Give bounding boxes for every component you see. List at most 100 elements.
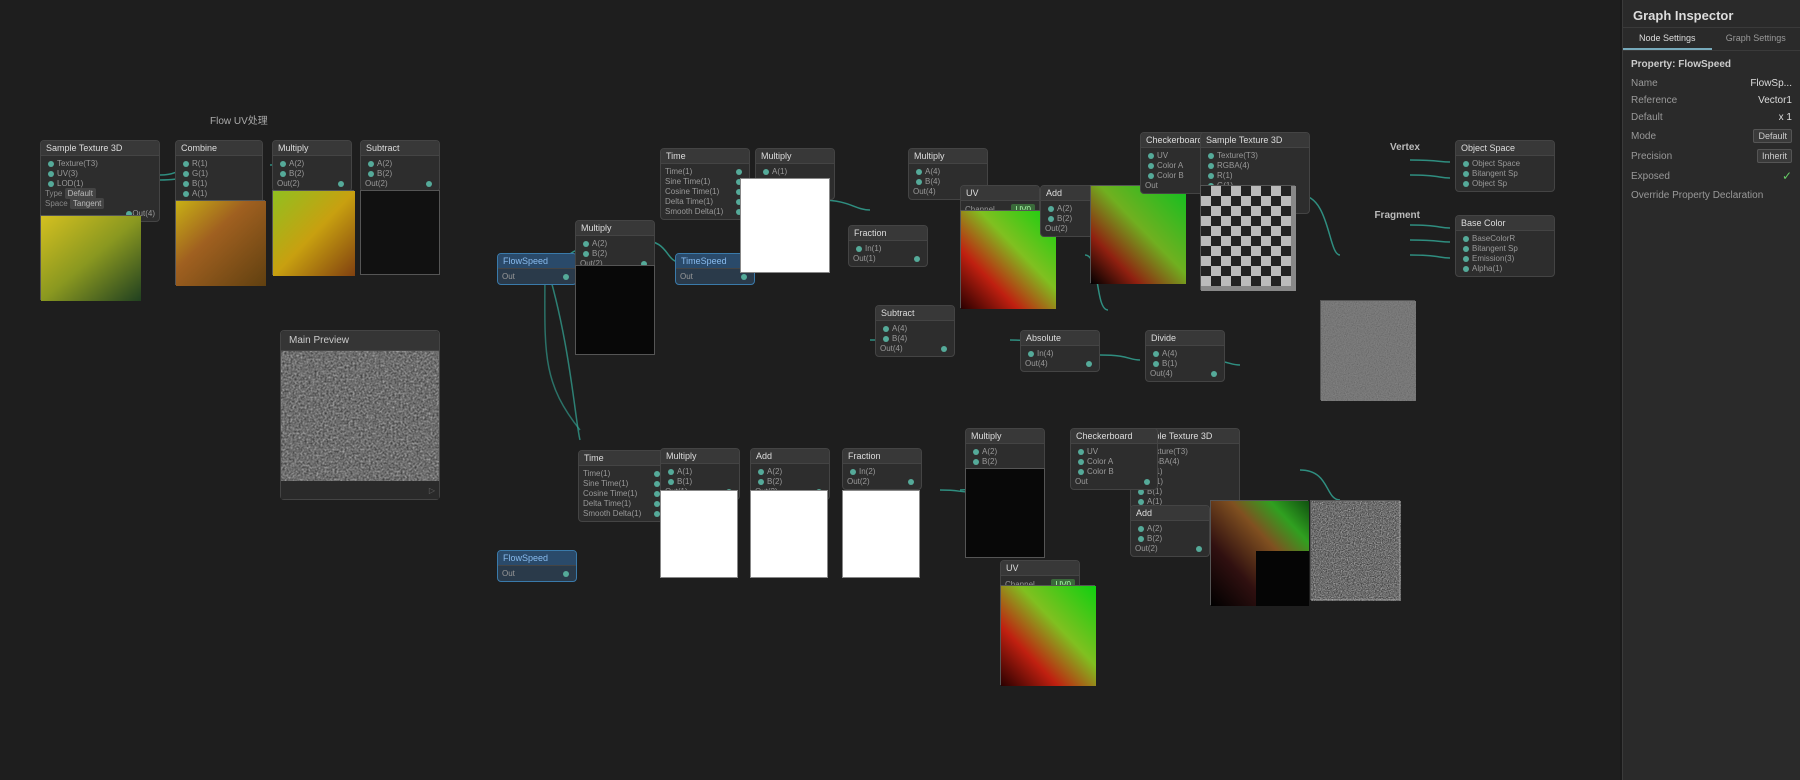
main-preview-image: [281, 351, 439, 481]
insp-row-reference: Reference Vector1: [1631, 95, 1792, 106]
node-fraction-1[interactable]: Fraction In(1) Out(1): [848, 225, 928, 267]
insp-value-reference: Vector1: [1758, 95, 1792, 106]
insp-row-name: Name FlowSp...: [1631, 78, 1792, 89]
node-body-add-lower-r: A(2) B(2) Out(2): [1131, 521, 1209, 556]
property-section-title: Property: FlowSpeed: [1631, 59, 1792, 70]
node-header-uv-lower: UV: [1001, 561, 1079, 576]
node-time-2[interactable]: Time Time(1) Sine Time(1) Cosine Time(1)…: [578, 450, 668, 522]
node-body-checkerboard-lower: UV Color A Color B Out: [1071, 444, 1157, 489]
right-panel: Graph Inspector Node Settings Graph Sett…: [1622, 0, 1800, 780]
node-header-add-lower-r: Add: [1131, 506, 1209, 521]
preview-white-lower-1: [660, 490, 738, 578]
node-header-fraction-1: Fraction: [849, 226, 927, 241]
node-header-fragment-output: Base Color: [1456, 216, 1554, 231]
node-header-multiply-lower: Multiply: [661, 449, 739, 464]
node-body-subtract-2: A(4) B(4) Out(4): [876, 321, 954, 356]
insp-label-mode: Mode: [1631, 131, 1656, 142]
node-flowspeed-1[interactable]: FlowSpeed Out: [497, 253, 577, 285]
node-header-combine: Combine: [176, 141, 262, 156]
node-header-checkerboard-lower: Checkerboard: [1071, 429, 1157, 444]
insp-value-exposed[interactable]: ✓: [1782, 169, 1792, 183]
preview-white-lower-2: [750, 490, 828, 578]
preview-gradient-1: [40, 215, 140, 300]
insp-value-precision[interactable]: Inherit: [1757, 149, 1792, 163]
insp-value-name: FlowSp...: [1750, 78, 1792, 89]
flow-uv-label: Flow UV处理: [210, 112, 268, 127]
node-body-vertex-output: Object Space Bitangent Sp Object Sp: [1456, 156, 1554, 191]
insp-label-override: Override Property Declaration: [1631, 190, 1763, 201]
inspector-body: Property: FlowSpeed Name FlowSp... Refer…: [1623, 51, 1800, 780]
node-header-add-lower: Add: [751, 449, 829, 464]
node-header-sample-texture-1: Sample Texture 3D: [41, 141, 159, 156]
insp-row-default: Default x 1: [1631, 112, 1792, 123]
vertex-stage-label: Vertex: [1390, 142, 1420, 153]
node-absolute[interactable]: Absolute In(4) Out(4): [1020, 330, 1100, 372]
insp-row-precision: Precision Inherit: [1631, 149, 1792, 163]
node-multiply-1[interactable]: Multiply A(2) B(2) Out(2): [272, 140, 352, 192]
node-fragment-output[interactable]: Base Color BaseColorR Bitangent Sp Emiss…: [1455, 215, 1555, 277]
preview-gradient-2: [175, 200, 265, 285]
node-header-fraction-lower: Fraction: [843, 449, 921, 464]
preview-white-lower-3: [842, 490, 920, 578]
node-divide[interactable]: Divide A(4) B(1) Out(4): [1145, 330, 1225, 382]
insp-label-exposed: Exposed: [1631, 171, 1670, 182]
node-header-divide: Divide: [1146, 331, 1224, 346]
tab-graph-settings[interactable]: Graph Settings: [1712, 28, 1800, 50]
node-vertex-output[interactable]: Object Space Object Space Bitangent Sp O…: [1455, 140, 1555, 192]
node-time-1[interactable]: Time Time(1) Sine Time(1) Cosine Time(1)…: [660, 148, 750, 220]
node-header-uv: UV: [961, 186, 1039, 201]
node-header-time-2: Time: [579, 451, 667, 466]
preview-black-lower: [965, 468, 1045, 558]
node-header-multiply-4: Multiply: [909, 149, 987, 164]
insp-label-precision: Precision: [1631, 151, 1672, 162]
node-body-sample-texture-1: Texture(T3) UV(3) LOD(1) Type Default Sp…: [41, 156, 159, 221]
node-body-time-1: Time(1) Sine Time(1) Cosine Time(1) Delt…: [661, 164, 749, 219]
node-header-multiply-2: Multiply: [576, 221, 654, 236]
node-body-fraction-lower: In(2) Out(2): [843, 464, 921, 489]
node-body-divide: A(4) B(1) Out(4): [1146, 346, 1224, 381]
node-subtract-1[interactable]: Subtract A(2) B(2) Out(2): [360, 140, 440, 192]
node-sample-texture-3d-1[interactable]: Sample Texture 3D Texture(T3) UV(3) LOD(…: [40, 140, 160, 222]
inspector-title: Graph Inspector: [1623, 0, 1800, 28]
node-header-absolute: Absolute: [1021, 331, 1099, 346]
preview-white-1: [740, 178, 830, 273]
insp-label-reference: Reference: [1631, 95, 1677, 106]
insp-value-mode[interactable]: Default: [1753, 129, 1792, 143]
node-header-vertex-output: Object Space: [1456, 141, 1554, 156]
node-header-multiply-3: Multiply: [756, 149, 834, 164]
insp-label-default: Default: [1631, 112, 1663, 123]
preview-noise-1: [1320, 300, 1415, 400]
node-body-absolute: In(4) Out(4): [1021, 346, 1099, 371]
main-preview-footer: ▷: [281, 481, 439, 499]
node-body-time-2: Time(1) Sine Time(1) Cosine Time(1) Delt…: [579, 466, 667, 521]
inspector-tabs: Node Settings Graph Settings: [1623, 28, 1800, 51]
preview-black-1: [360, 190, 440, 275]
canvas-area[interactable]: Flow UV处理 Vertex Fragment: [0, 0, 1620, 780]
node-subtract-2[interactable]: Subtract A(4) B(4) Out(4): [875, 305, 955, 357]
preview-gradient-3: [272, 190, 354, 275]
node-flowspeed-2[interactable]: FlowSpeed Out: [497, 550, 577, 582]
node-body-subtract-1: A(2) B(2) Out(2): [361, 156, 439, 191]
node-header-flowspeed-2: FlowSpeed: [498, 551, 576, 566]
node-fraction-lower[interactable]: Fraction In(2) Out(2): [842, 448, 922, 490]
node-header-flowspeed-1: FlowSpeed: [498, 254, 576, 269]
node-header-subtract-1: Subtract: [361, 141, 439, 156]
main-preview-box: Main Preview ▷: [280, 330, 440, 500]
node-header-subtract-2: Subtract: [876, 306, 954, 321]
node-body-fragment-output: BaseColorR Bitangent Sp Emission(3) Alph…: [1456, 231, 1554, 276]
node-body-flowspeed-2: Out: [498, 566, 576, 581]
insp-row-override: Override Property Declaration: [1631, 189, 1792, 201]
tab-node-settings[interactable]: Node Settings: [1623, 28, 1712, 50]
preview-noise-lower: [1310, 500, 1400, 600]
preview-gradient-green-red-2: [1090, 185, 1185, 283]
insp-row-mode: Mode Default: [1631, 129, 1792, 143]
preview-black-2: [575, 265, 655, 355]
preview-mixed-lower: [1210, 500, 1308, 605]
main-preview-header: Main Preview: [281, 331, 439, 351]
node-add-lower-r[interactable]: Add A(2) B(2) Out(2): [1130, 505, 1210, 557]
node-body-multiply-1: A(2) B(2) Out(2): [273, 156, 351, 191]
node-header-time-1: Time: [661, 149, 749, 164]
node-checkerboard-lower[interactable]: Checkerboard UV Color A Color B Out: [1070, 428, 1158, 490]
preview-checker-1: [1200, 185, 1295, 290]
node-body-flowspeed-1: Out: [498, 269, 576, 284]
